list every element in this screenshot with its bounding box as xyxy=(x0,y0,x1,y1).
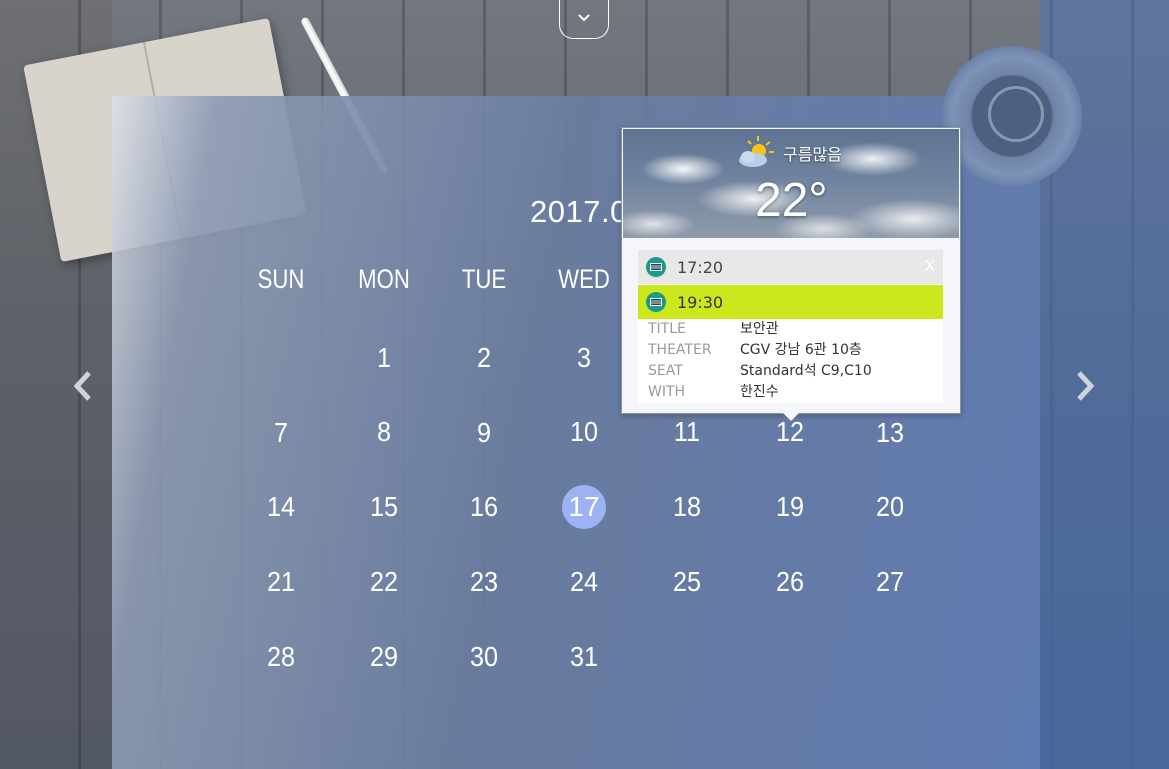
detail-row-title: TITLE 보안관 xyxy=(638,319,943,340)
calendar-day[interactable]: 10 xyxy=(562,410,607,454)
calendar-day[interactable]: 13 xyxy=(868,411,913,455)
calendar-day[interactable]: 3 xyxy=(562,336,607,380)
event-item-selected[interactable]: 19:30 xyxy=(638,285,943,319)
chevron-down-icon xyxy=(578,14,590,22)
calendar-day[interactable]: 28 xyxy=(259,635,304,679)
detail-row-theater: THEATER CGV 강남 6관 10층 xyxy=(638,340,943,361)
calendar-day[interactable]: 26 xyxy=(768,560,813,604)
event-item[interactable]: 17:20 X xyxy=(638,250,943,284)
calendar-day[interactable]: 16 xyxy=(462,485,507,529)
calendar-day[interactable]: 22 xyxy=(362,560,407,604)
weather-panel: 구름많음 22° xyxy=(623,129,959,238)
detail-value: 보안관 xyxy=(740,321,779,337)
weekday-wed: WED xyxy=(558,264,610,294)
calendar-day[interactable]: 19 xyxy=(768,485,813,529)
detail-label: THEATER xyxy=(648,342,712,358)
calendar-day[interactable]: 30 xyxy=(462,635,507,679)
calendar-day[interactable]: 29 xyxy=(362,635,407,679)
weather-description: 구름많음 xyxy=(783,145,842,164)
calendar-day-today[interactable]: 17 xyxy=(562,485,606,529)
calendar-day[interactable]: 11 xyxy=(665,410,710,454)
calendar-day[interactable]: 23 xyxy=(462,560,507,604)
month-title: 2017.0 xyxy=(530,194,628,229)
event-detail: TITLE 보안관 THEATER CGV 강남 6관 10층 SEAT Sta… xyxy=(638,319,943,403)
weekday-mon: MON xyxy=(358,264,410,294)
weather-temperature: 22° xyxy=(755,174,828,227)
calendar-day[interactable]: 31 xyxy=(562,635,607,679)
close-button[interactable]: X xyxy=(925,257,935,275)
weekday-tue: TUE xyxy=(461,264,507,294)
calendar-day[interactable]: 7 xyxy=(259,411,304,455)
calendar-day[interactable]: 21 xyxy=(259,560,304,604)
latte-art-decoration xyxy=(988,86,1044,142)
chevron-left-icon xyxy=(73,371,91,401)
chevron-right-icon xyxy=(1077,371,1095,401)
detail-row-with: WITH 한진수 xyxy=(638,382,943,403)
detail-row-seat: SEAT Standard석 C9,C10 xyxy=(638,361,943,382)
schedule-popup: 구름많음 22° 17:20 X 19:30 TITLE 보안관 THEATER… xyxy=(621,127,961,414)
event-time: 19:30 xyxy=(677,292,724,312)
cinema-icon xyxy=(646,257,666,277)
detail-value: CGV 강남 6관 10층 xyxy=(740,342,862,358)
top-toggle-button[interactable] xyxy=(559,0,609,39)
partly-cloudy-icon xyxy=(739,136,774,167)
calendar-day[interactable]: 25 xyxy=(665,560,710,604)
detail-label: WITH xyxy=(648,384,686,400)
popup-pointer xyxy=(781,411,801,421)
calendar-day[interactable]: 24 xyxy=(562,560,607,604)
calendar-day[interactable]: 20 xyxy=(868,485,913,529)
calendar-day[interactable]: 8 xyxy=(362,410,407,454)
calendar-day[interactable]: 18 xyxy=(665,485,710,529)
next-month-button[interactable] xyxy=(1070,368,1100,404)
detail-label: SEAT xyxy=(648,363,683,379)
cinema-icon xyxy=(646,292,666,312)
calendar-day[interactable]: 27 xyxy=(868,560,913,604)
event-time: 17:20 xyxy=(677,257,724,277)
prev-month-button[interactable] xyxy=(68,368,98,404)
detail-value: Standard석 C9,C10 xyxy=(740,363,872,379)
calendar-day[interactable]: 2 xyxy=(462,336,507,380)
calendar-day[interactable]: 1 xyxy=(362,336,407,380)
calendar-day[interactable]: 14 xyxy=(259,485,304,529)
calendar-day[interactable]: 9 xyxy=(462,411,507,455)
detail-label: TITLE xyxy=(648,321,686,337)
calendar-day[interactable]: 15 xyxy=(362,485,407,529)
detail-value: 한진수 xyxy=(740,384,779,400)
weekday-sun: SUN xyxy=(257,264,305,294)
